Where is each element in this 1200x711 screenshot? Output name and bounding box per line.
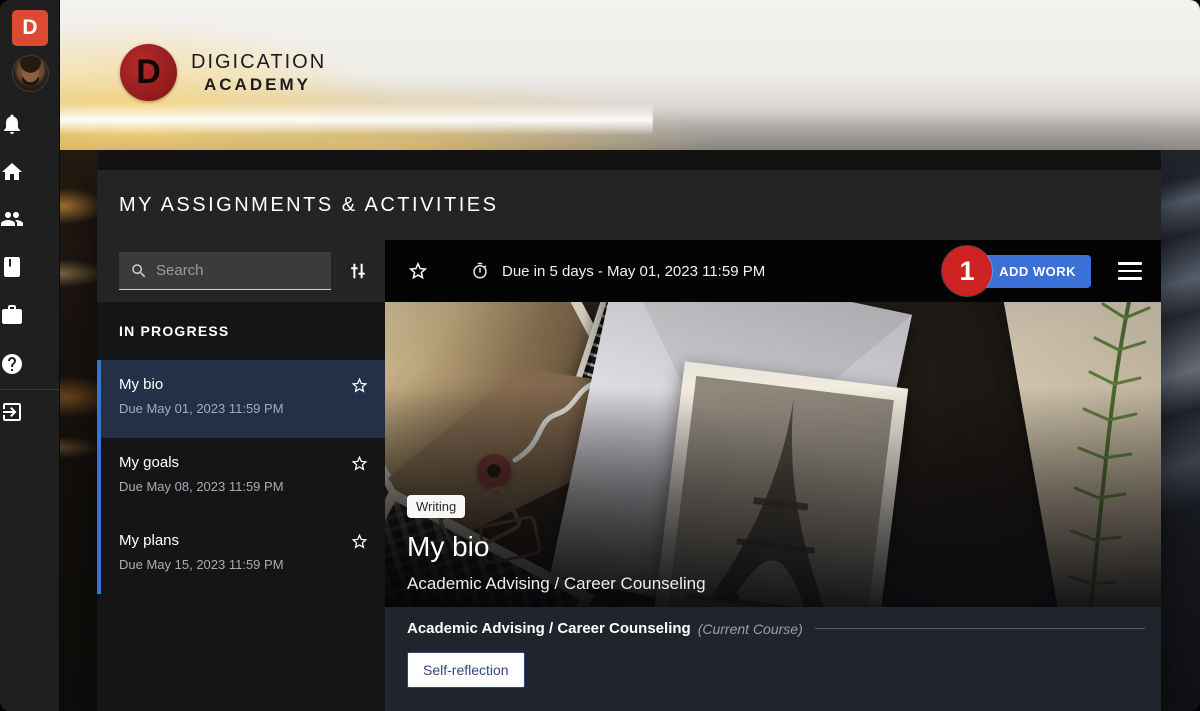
brand-subname: ACADEMY	[204, 74, 311, 94]
sidebar-notifications-button[interactable]	[0, 112, 24, 136]
assignment-due: Due May 08, 2023 11:59 PM	[119, 479, 284, 494]
assignment-title: My bio	[119, 376, 164, 393]
course-row: Academic Advising / Career Counseling (C…	[407, 620, 1145, 637]
section-header: IN PROGRESS	[119, 323, 230, 339]
sidebar-divider	[0, 389, 60, 390]
sidebar-user-avatar[interactable]	[0, 55, 60, 92]
sidebar-home-button[interactable]	[0, 160, 24, 184]
sign-out-icon	[3, 403, 21, 421]
category-tag: Writing	[407, 495, 466, 518]
self-reflection-work-button[interactable]: Self-reflection	[407, 652, 525, 688]
panel-title-bar: MY ASSIGNMENTS & ACTIVITIES	[97, 170, 1161, 240]
brand-letter: D	[136, 53, 161, 91]
timer-icon	[473, 262, 487, 279]
list-item-my-goals[interactable]: My goals Due May 08, 2023 11:59 PM	[101, 438, 385, 516]
assignment-detail-title: My bio	[407, 531, 490, 562]
assignment-list-column: IN PROGRESS My bio Due May 01, 2023 11:5…	[97, 240, 385, 711]
star-outline-icon	[351, 455, 368, 471]
hamburger-menu-button[interactable]	[1118, 262, 1142, 280]
sidebar: D	[0, 0, 60, 711]
star-outline-icon	[351, 377, 368, 393]
filter-button[interactable]	[345, 258, 371, 284]
sidebar-sign-out-button[interactable]	[0, 400, 24, 424]
assignment-title: My goals	[119, 454, 180, 471]
list-item-my-bio[interactable]: My bio Due May 01, 2023 11:59 PM	[101, 360, 385, 438]
list-item-my-plans[interactable]: My plans Due May 15, 2023 11:59 PM	[101, 516, 385, 594]
sidebar-help-button[interactable]	[0, 352, 24, 376]
background-art-left	[60, 150, 98, 711]
app-screen: D DIGICATION ACADEMY D MY ASSIGNMENTS & …	[0, 0, 1200, 711]
star-outline-icon	[351, 533, 368, 549]
menu-bar	[1118, 277, 1142, 280]
sidebar-portfolio-button[interactable]	[0, 303, 24, 327]
sidebar-courses-button[interactable]	[0, 255, 24, 279]
assignment-action-bar: Due in 5 days - May 01, 2023 11:59 PM 1 …	[385, 240, 1161, 302]
favorite-star-button[interactable]	[407, 260, 429, 282]
book-icon	[4, 257, 20, 277]
step-annotation-badge: 1	[942, 246, 993, 296]
search-icon	[132, 263, 146, 277]
sidebar-app-logo[interactable]: D	[0, 10, 60, 46]
course-suffix: (Current Course)	[697, 620, 803, 637]
background-art-right	[1161, 150, 1200, 711]
menu-bar	[1118, 262, 1142, 265]
assignment-due: Due May 01, 2023 11:59 PM	[119, 401, 284, 416]
course-divider-line	[814, 628, 1145, 629]
header-banner: D DIGICATION ACADEMY	[60, 0, 1200, 150]
assignment-detail-column: Due in 5 days - May 01, 2023 11:59 PM 1 …	[385, 240, 1161, 711]
filter-sliders-icon	[351, 263, 365, 279]
sidebar-people-button[interactable]	[0, 207, 24, 231]
assignment-title: My plans	[119, 532, 180, 549]
due-banner-text: Due in 5 days - May 01, 2023 11:59 PM	[502, 262, 766, 280]
hero-content: Writing My bio Academic Advising / Caree…	[407, 495, 706, 594]
favorite-star-button[interactable]	[350, 532, 369, 551]
brand-name: DIGICATION	[191, 50, 327, 73]
search-row	[97, 240, 385, 302]
brand-circle-icon: D	[120, 44, 177, 101]
add-work-button[interactable]: ADD WORK	[984, 254, 1091, 288]
briefcase-icon	[2, 305, 22, 324]
home-icon	[2, 163, 22, 180]
search-input[interactable]	[156, 262, 331, 279]
assignment-detail-subtitle: Academic Advising / Career Counseling	[407, 574, 706, 593]
assignment-due: Due May 15, 2023 11:59 PM	[119, 557, 284, 572]
app-logo-icon: D	[12, 10, 48, 46]
favorite-star-button[interactable]	[350, 454, 369, 473]
menu-bar	[1118, 269, 1142, 273]
in-progress-section: IN PROGRESS	[97, 302, 385, 360]
people-icon	[1, 212, 23, 226]
bell-icon	[4, 114, 20, 134]
search-box[interactable]	[119, 252, 331, 290]
due-banner: Due in 5 days - May 01, 2023 11:59 PM	[471, 262, 765, 280]
digication-academy-logo[interactable]: D DIGICATION ACADEMY	[120, 44, 326, 101]
favorite-star-button[interactable]	[350, 376, 369, 395]
assignments-panel: MY ASSIGNMENTS & ACTIVITIES Search IN PR…	[97, 170, 1161, 711]
star-outline-icon	[408, 261, 428, 280]
page-title: MY ASSIGNMENTS & ACTIVITIES	[119, 193, 499, 216]
assignment-hero-image: Writing My bio Academic Advising / Caree…	[385, 302, 1161, 607]
assignment-list: My bio Due May 01, 2023 11:59 PM My goal…	[97, 360, 385, 594]
course-section: Academic Advising / Career Counseling (C…	[385, 607, 1161, 711]
help-icon	[2, 354, 22, 374]
avatar	[11, 55, 49, 92]
course-name: Academic Advising / Career Counseling	[407, 620, 691, 637]
